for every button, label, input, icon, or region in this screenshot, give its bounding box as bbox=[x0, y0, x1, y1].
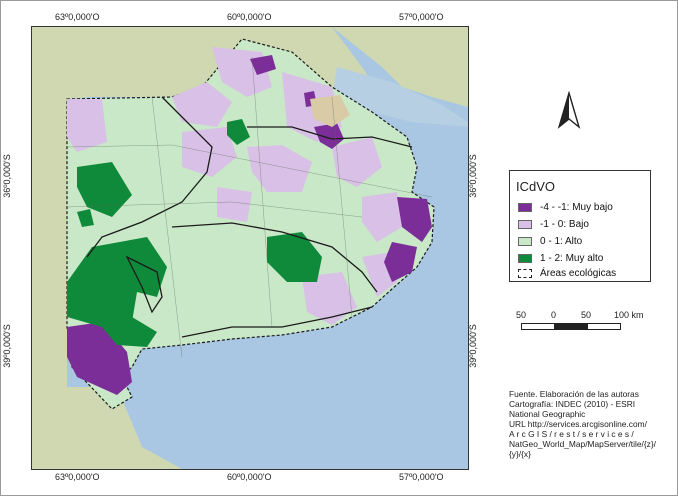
legend-swatch bbox=[518, 253, 532, 263]
coord-top-1: 63º0,000'O bbox=[55, 12, 100, 22]
legend-item-muy-alto: 1 - 2: Muy alto bbox=[518, 252, 603, 264]
bajo-region bbox=[217, 187, 252, 222]
scale-bar bbox=[521, 323, 621, 330]
legend-item-areas-ecologicas: Áreas ecológicas bbox=[518, 267, 616, 279]
legend-item-muy-bajo: -4 - -1: Muy bajo bbox=[518, 201, 613, 213]
source-line: Cartografía: INDEC (2010) - ESRI bbox=[509, 399, 636, 409]
map-legend: ICdVO -4 - -1: Muy bajo -1 - 0: Bajo 0 -… bbox=[509, 170, 651, 282]
north-arrow-icon bbox=[557, 91, 581, 129]
source-line: National Geographic bbox=[509, 409, 586, 419]
legend-swatch bbox=[518, 219, 532, 229]
legend-label: Áreas ecológicas bbox=[540, 267, 617, 279]
legend-item-bajo: -1 - 0: Bajo bbox=[518, 218, 589, 230]
coord-top-3: 57º0,000'O bbox=[399, 12, 444, 22]
coord-bottom-3: 57º0,000'O bbox=[399, 472, 444, 482]
source-line: {y}/{x} bbox=[509, 449, 531, 459]
coord-right-2: 39º0,000'S bbox=[467, 324, 478, 368]
map-sheet: 63º0,000'O 60º0,000'O 57º0,000'O 63º0,00… bbox=[0, 0, 678, 496]
source-line: A r c G I S / r e s t / s e r v i c e s … bbox=[509, 429, 634, 439]
source-line: NatGeo_World_Map/MapServer/tile/{z}/ bbox=[509, 439, 656, 449]
map-svg bbox=[32, 27, 468, 469]
map-canvas[interactable] bbox=[31, 26, 469, 470]
source-line: URL http://services.arcgisonline.com/ bbox=[509, 419, 647, 429]
coord-left-1: 36º0,000'S bbox=[1, 154, 12, 198]
legend-item-alto: 0 - 1: Alto bbox=[518, 235, 582, 247]
legend-swatch bbox=[518, 236, 532, 246]
coord-top-2: 60º0,000'O bbox=[227, 12, 272, 22]
legend-label: 0 - 1: Alto bbox=[540, 235, 583, 247]
source-note: Fuente. Elaboración de las autoras Carto… bbox=[509, 389, 657, 459]
legend-label: 1 - 2: Muy alto bbox=[540, 252, 604, 264]
coord-left-2: 39º0,000'S bbox=[1, 324, 12, 368]
scale-label: 50 bbox=[516, 310, 527, 320]
legend-swatch bbox=[518, 202, 532, 212]
coord-right-1: 36º0,000'S bbox=[467, 154, 478, 198]
scale-label: 0 bbox=[551, 310, 557, 320]
legend-title: ICdVO bbox=[516, 179, 556, 194]
coord-bottom-2: 60º0,000'O bbox=[227, 472, 272, 482]
legend-label: -1 - 0: Bajo bbox=[540, 218, 589, 230]
coord-bottom-1: 63º0,000'O bbox=[55, 472, 100, 482]
legend-swatch bbox=[518, 268, 532, 278]
legend-label: -4 - -1: Muy bajo bbox=[540, 201, 613, 213]
scale-label: 100 km bbox=[614, 310, 644, 320]
scale-label: 50 bbox=[581, 310, 592, 320]
source-line: Fuente. Elaboración de las autoras bbox=[509, 389, 639, 399]
